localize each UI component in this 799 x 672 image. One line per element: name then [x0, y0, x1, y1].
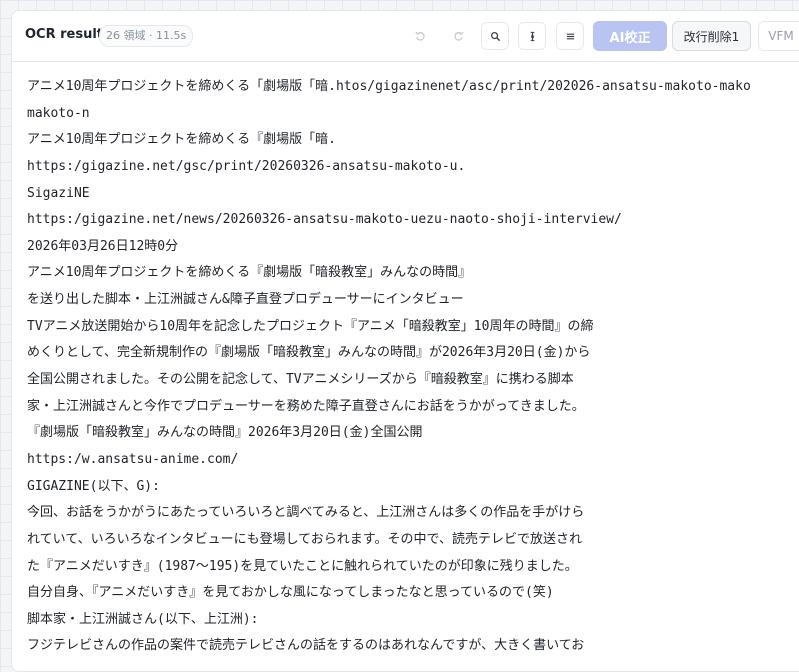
text-cursor-button[interactable] [518, 22, 546, 50]
ai-proofread-button[interactable]: AI校正 [593, 21, 667, 51]
ocr-line: れていて、いろいろなインタビューにも登場しておられます。その中で、読売テレビで放… [27, 531, 582, 547]
ocr-line: 自分自身、『アニメだいすき』を見ておかしな風になってしまったなと思っているので(… [27, 585, 554, 601]
ocr-line: TVアニメ放送開始から10周年を記念したプロジェクト『アニメ「暗殺教室」10周年… [27, 318, 594, 334]
ocr-line: めくりとして、完全新規制作の『劇場版「暗殺教室」みんなの時間』が2026年3月2… [27, 345, 591, 361]
ocr-text-area[interactable]: アニメ10周年プロジェクトを締めくる「劇場版「暗.htos/gigazinene… [27, 74, 799, 660]
redo-button[interactable] [444, 22, 472, 50]
ocr-line: アニメ10周年プロジェクトを締めくる『劇場版「暗. [27, 132, 336, 148]
ocr-line: GIGAZINE(以下、G): [27, 478, 160, 494]
ocr-line: 2026年03月26日12時0分 [27, 238, 179, 254]
region-time-badge: 26 領域 · 11.5s [99, 25, 194, 47]
panel-title: OCR result [25, 27, 104, 42]
ocr-line: た『アニメだいすき』(1987〜195)を見ていたことに触れられていたのが印象に… [27, 558, 578, 574]
redo-icon [453, 31, 464, 41]
undo-button[interactable] [406, 22, 434, 50]
ocr-line: フジテレビさんの作品の案件で読売テレビさんの話をするのはあれなんですが、大きく書… [27, 638, 585, 654]
vfm-button[interactable]: VFM [758, 21, 799, 51]
ocr-line: アニメ10周年プロジェクトを締めくる「劇場版「暗.htos/gigazinene… [27, 79, 751, 94]
ocr-line: https:/gigazine.net/news/20260326-ansats… [27, 212, 622, 228]
ocr-line: 家・上江洲誠さんと今作でプロデューサーを務めた障子直登さんにお話をうかがってきま… [27, 398, 585, 414]
ocr-line: https:/w.ansatsu-anime.com/ [27, 451, 239, 467]
ocr-line: makoto-n [27, 105, 90, 121]
ocr-line: 『劇場版「暗殺教室」みんなの時間』2026年3月20日(金)全国公開 [27, 425, 423, 441]
ocr-line: アニメ10周年プロジェクトを締めくる『劇場版「暗殺教室」みんなの時間』 [27, 265, 472, 281]
search-icon [490, 31, 500, 41]
ocr-result-panel: OCR result 26 領域 · 11.5s AI校正 改行削除1 VFM … [11, 10, 799, 672]
wrap-lines-icon [566, 33, 574, 39]
ocr-line: 脚本家・上江洲誠さん(以下、上江洲): [27, 611, 259, 627]
search-button[interactable] [481, 22, 509, 50]
ocr-line: https:/gigazine.net/gsc/print/20260326-a… [27, 158, 466, 174]
ocr-line: 全国公開されました。その公開を記念して、TVアニメシリーズから『暗殺教室』に携わ… [27, 372, 574, 388]
ocr-line: を送り出した脚本・上江洲誠さん&障子直登プロデューサーにインタビュー [27, 292, 464, 308]
remove-line-breaks-button[interactable]: 改行削除1 [672, 21, 751, 51]
text-cursor-icon [530, 31, 534, 41]
wrap-lines-button[interactable] [556, 22, 584, 50]
undo-icon [414, 31, 425, 41]
ocr-line: 今回、お話をうかがうにあたっていろいろと調べてみると、上江洲さんは多くの作品を手… [27, 505, 585, 521]
ocr-line: SigaziNE [27, 185, 90, 201]
toolbar: OCR result 26 領域 · 11.5s AI校正 改行削除1 VFM [12, 11, 799, 62]
